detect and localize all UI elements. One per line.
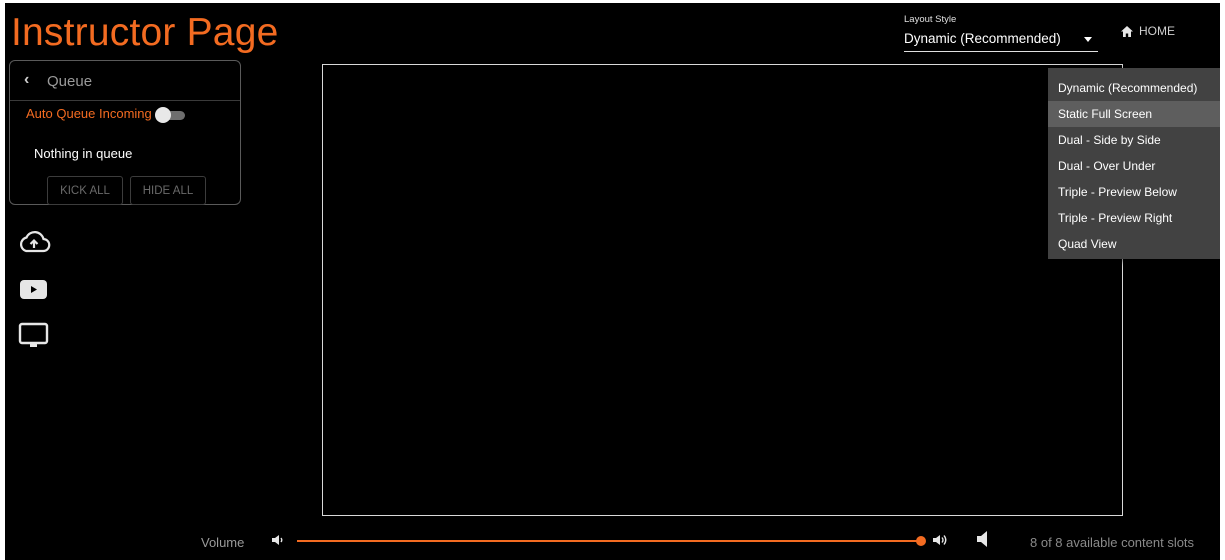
home-icon — [1121, 26, 1133, 37]
auto-queue-label: Auto Queue Incoming — [26, 106, 152, 121]
menu-item-dual-side-by-side[interactable]: Dual - Side by Side — [1048, 127, 1220, 153]
queue-panel: ‹ Queue Auto Queue Incoming Nothing in q… — [9, 60, 241, 205]
speaker-icon[interactable] — [975, 530, 989, 548]
cloud-upload-icon[interactable] — [17, 229, 51, 255]
menu-item-triple-preview-below[interactable]: Triple - Preview Below — [1048, 179, 1220, 205]
volume-down-icon[interactable] — [270, 533, 284, 547]
page-title: Instructor Page — [11, 11, 279, 54]
queue-header: ‹ Queue — [10, 61, 240, 101]
layout-style-menu: Dynamic (Recommended) Static Full Screen… — [1048, 68, 1220, 259]
chevron-left-icon[interactable]: ‹ — [24, 71, 29, 89]
kick-all-button[interactable]: KICK ALL — [47, 176, 123, 205]
menu-item-dynamic[interactable]: Dynamic (Recommended) — [1048, 75, 1220, 101]
menu-item-quad-view[interactable]: Quad View — [1048, 231, 1220, 257]
layout-style-value: Dynamic (Recommended) — [904, 31, 1061, 46]
queue-empty-text: Nothing in queue — [34, 146, 133, 161]
menu-item-triple-preview-right[interactable]: Triple - Preview Right — [1048, 205, 1220, 231]
monitor-icon[interactable] — [18, 322, 50, 352]
volume-slider-track[interactable] — [297, 540, 920, 542]
caret-down-icon — [1084, 37, 1092, 42]
content-frame[interactable] — [322, 64, 1123, 516]
layout-style-label: Layout Style — [904, 14, 957, 25]
home-label: HOME — [1139, 24, 1175, 38]
layout-style-select[interactable]: Dynamic (Recommended) — [904, 29, 1098, 52]
auto-queue-toggle[interactable] — [155, 107, 185, 123]
app-screen: Instructor Page ‹ Queue Auto Queue Incom… — [5, 3, 1220, 560]
queue-title: Queue — [47, 73, 93, 90]
volume-slider-thumb[interactable] — [916, 536, 926, 546]
toggle-thumb — [155, 107, 171, 123]
menu-item-dual-over-under[interactable]: Dual - Over Under — [1048, 153, 1220, 179]
menu-item-static-full-screen[interactable]: Static Full Screen — [1048, 101, 1220, 127]
volume-label: Volume — [201, 535, 245, 550]
hide-all-button[interactable]: HIDE ALL — [130, 176, 206, 205]
content-slots-status: 8 of 8 available content slots — [1030, 535, 1195, 550]
youtube-icon[interactable] — [18, 278, 50, 302]
volume-up-icon[interactable] — [932, 533, 948, 547]
